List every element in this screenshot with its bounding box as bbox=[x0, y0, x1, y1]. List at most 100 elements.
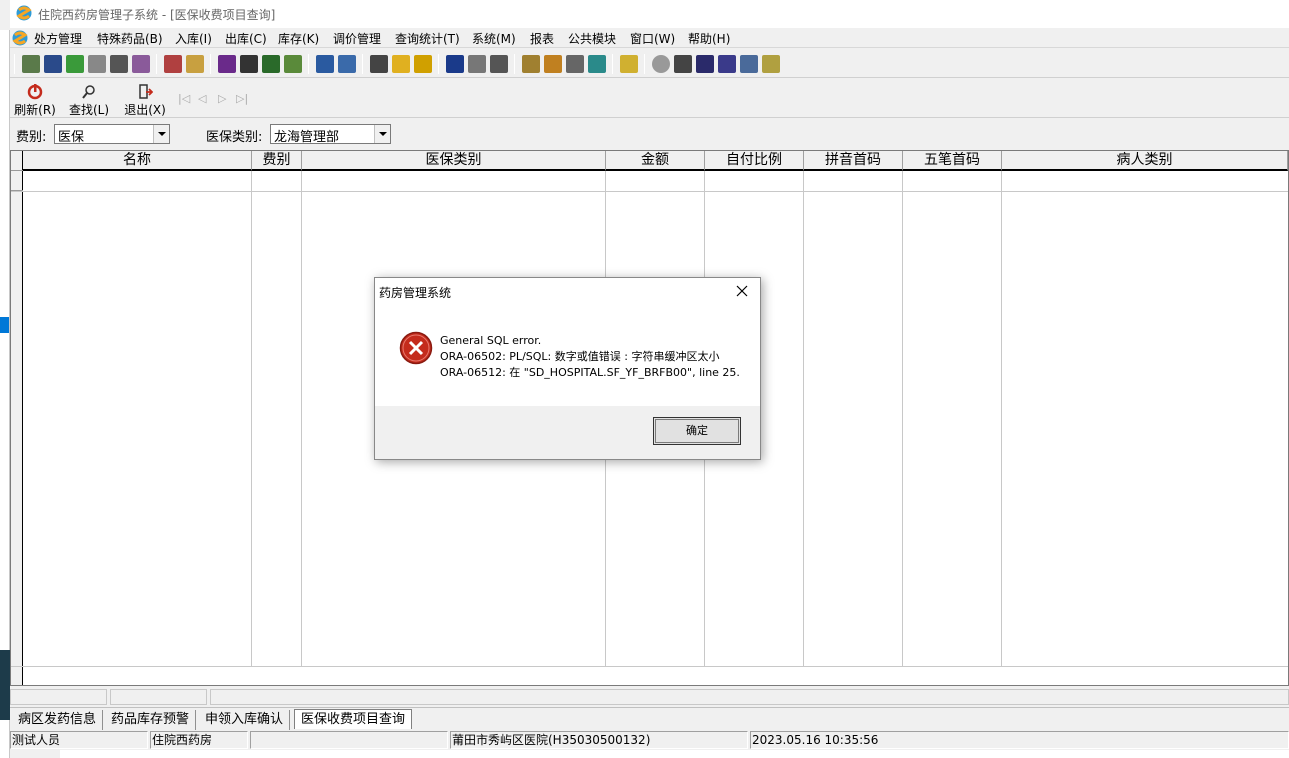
checkbox-icon[interactable] bbox=[66, 55, 84, 73]
background-panel bbox=[0, 650, 10, 720]
summary-cell bbox=[110, 689, 207, 705]
row-indicator bbox=[11, 151, 23, 171]
tab-ward-dispense[interactable]: 病区发药信息 bbox=[12, 710, 104, 730]
next-record-icon[interactable]: ▷ bbox=[218, 92, 226, 105]
binoculars2-icon[interactable] bbox=[490, 55, 508, 73]
status-dept: 住院西药房 bbox=[150, 731, 248, 749]
menu-reports[interactable]: 报表 bbox=[530, 30, 554, 47]
first-record-icon[interactable]: |◁ bbox=[178, 92, 190, 105]
tab-insurance-query[interactable]: 医保收费项目查询 bbox=[294, 709, 413, 729]
tab-request-confirm[interactable]: 申领入库确认 bbox=[199, 710, 291, 730]
keypad-icon[interactable] bbox=[370, 55, 388, 73]
list-icon[interactable] bbox=[696, 55, 714, 73]
report-icon[interactable] bbox=[164, 55, 182, 73]
fee-type-select[interactable]: 医保 bbox=[54, 124, 170, 145]
tab-stock-warning[interactable]: 药品库存预警 bbox=[105, 710, 197, 730]
column-divider bbox=[301, 171, 302, 667]
fee-type-value: 医保 bbox=[58, 130, 85, 145]
menu-public-module[interactable]: 公共模块 bbox=[568, 30, 616, 47]
windows-icon[interactable] bbox=[718, 55, 736, 73]
bell-icon[interactable] bbox=[392, 55, 410, 73]
menu-query-stats[interactable]: 查询统计(T) bbox=[395, 30, 460, 47]
check-icon[interactable] bbox=[240, 55, 258, 73]
clipboard-icon[interactable] bbox=[762, 55, 780, 73]
magnifier-icon[interactable] bbox=[566, 55, 584, 73]
error-line-1: General SQL error. bbox=[440, 334, 542, 347]
prev-record-icon[interactable]: ◁ bbox=[198, 92, 206, 105]
row-indicator bbox=[11, 171, 23, 191]
insurance-type-label: 医保类别: bbox=[206, 130, 263, 145]
app-logo-icon bbox=[16, 5, 32, 21]
copy-icon[interactable] bbox=[262, 55, 280, 73]
row-indicator-column bbox=[11, 151, 23, 685]
trash-icon[interactable] bbox=[446, 55, 464, 73]
fee-type-label: 费别: bbox=[16, 130, 47, 145]
dialog-title: 药房管理系统 bbox=[379, 286, 452, 300]
column-header-name[interactable]: 名称 bbox=[23, 151, 252, 171]
book-icon[interactable] bbox=[218, 55, 236, 73]
column-header-wubi-code[interactable]: 五笔首码 bbox=[903, 151, 1002, 171]
find-button[interactable]: 查找(L) bbox=[64, 83, 114, 117]
bottle-icon[interactable] bbox=[44, 55, 62, 73]
table-row[interactable] bbox=[11, 191, 1288, 192]
column-header-amount[interactable]: 金额 bbox=[606, 151, 705, 171]
toolbar-separator bbox=[14, 54, 15, 74]
binoculars-icon[interactable] bbox=[110, 55, 128, 73]
folder-icon[interactable] bbox=[620, 55, 638, 73]
column-header-self-pay-ratio[interactable]: 自付比例 bbox=[705, 151, 804, 171]
checklist-icon[interactable] bbox=[740, 55, 758, 73]
menu-help[interactable]: 帮助(H) bbox=[688, 30, 730, 47]
grid-icon[interactable] bbox=[132, 55, 150, 73]
menu-price-adjust[interactable]: 调价管理 bbox=[333, 30, 381, 47]
image-icon[interactable] bbox=[338, 55, 356, 73]
filter-bar: 费别: 医保 医保类别: 龙海管理部 bbox=[10, 121, 1289, 149]
menu-window[interactable]: 窗口(W) bbox=[630, 30, 675, 47]
refresh-button[interactable]: 刷新(R) bbox=[10, 83, 60, 117]
document-icon[interactable] bbox=[88, 55, 106, 73]
zoom-icon[interactable] bbox=[674, 55, 692, 73]
find-icon bbox=[82, 85, 95, 99]
refresh-label: 刷新(R) bbox=[14, 103, 56, 117]
column-header-insurance-type[interactable]: 医保类别 bbox=[302, 151, 606, 171]
column-divider bbox=[251, 171, 252, 667]
edit-list-icon[interactable] bbox=[316, 55, 334, 73]
pm-icon[interactable] bbox=[414, 55, 432, 73]
menu-inventory[interactable]: 库存(K) bbox=[278, 30, 319, 47]
column-header-patient-type[interactable]: 病人类别 bbox=[1002, 151, 1288, 171]
card-icon[interactable] bbox=[186, 55, 204, 73]
column-header-pinyin-code[interactable]: 拼音首码 bbox=[804, 151, 903, 171]
status-user: 测试人员 bbox=[10, 731, 148, 749]
toolbar-separator bbox=[514, 54, 515, 74]
chevron-down-icon[interactable] bbox=[374, 125, 390, 143]
close-icon[interactable] bbox=[732, 281, 752, 301]
background-selection bbox=[0, 317, 9, 333]
column-header-fee-type[interactable]: 费别 bbox=[252, 151, 302, 171]
menu-special-drugs[interactable]: 特殊药品(B) bbox=[97, 30, 163, 47]
menu-system[interactable]: 系统(M) bbox=[472, 30, 516, 47]
prescription-icon[interactable] bbox=[22, 55, 40, 73]
car-icon[interactable] bbox=[522, 55, 540, 73]
error-line-3: ORA-06512: 在 "SD_HOSPITAL.SF_YF_BRFB00",… bbox=[440, 366, 740, 379]
window-tabs: 病区发药信息 药品库存预警 申领入库确认 医保收费项目查询 bbox=[10, 707, 1289, 730]
menu-logo-icon[interactable] bbox=[12, 30, 28, 46]
insurance-type-select[interactable]: 龙海管理部 bbox=[270, 124, 391, 145]
status-datetime: 2023.05.16 10:35:56 bbox=[750, 731, 1289, 749]
status-hospital: 莆田市秀屿区医院(H35030500132) bbox=[450, 731, 748, 749]
menu-stock-in[interactable]: 入库(I) bbox=[175, 30, 212, 47]
calculator-icon[interactable] bbox=[588, 55, 606, 73]
menu-prescription[interactable]: 处方管理 bbox=[34, 30, 82, 47]
exit-button[interactable]: 退出(X) bbox=[120, 83, 170, 117]
thermometer-icon[interactable] bbox=[544, 55, 562, 73]
find-label: 查找(L) bbox=[68, 103, 110, 117]
last-record-icon[interactable]: ▷| bbox=[236, 92, 248, 105]
ok-button[interactable]: 确定 bbox=[653, 417, 741, 445]
stop-icon[interactable] bbox=[652, 55, 670, 73]
search-list-icon[interactable] bbox=[468, 55, 486, 73]
approve-icon[interactable] bbox=[284, 55, 302, 73]
summary-cell bbox=[10, 689, 107, 705]
toolbar-separator bbox=[156, 54, 157, 74]
action-toolbar: 刷新(R) 查找(L) 退出(X) |◁ ◁ ▷ ▷| bbox=[10, 80, 1289, 118]
menu-stock-out[interactable]: 出库(C) bbox=[225, 30, 267, 47]
chevron-down-icon[interactable] bbox=[153, 125, 169, 143]
dialog-footer: 确定 bbox=[375, 406, 760, 459]
